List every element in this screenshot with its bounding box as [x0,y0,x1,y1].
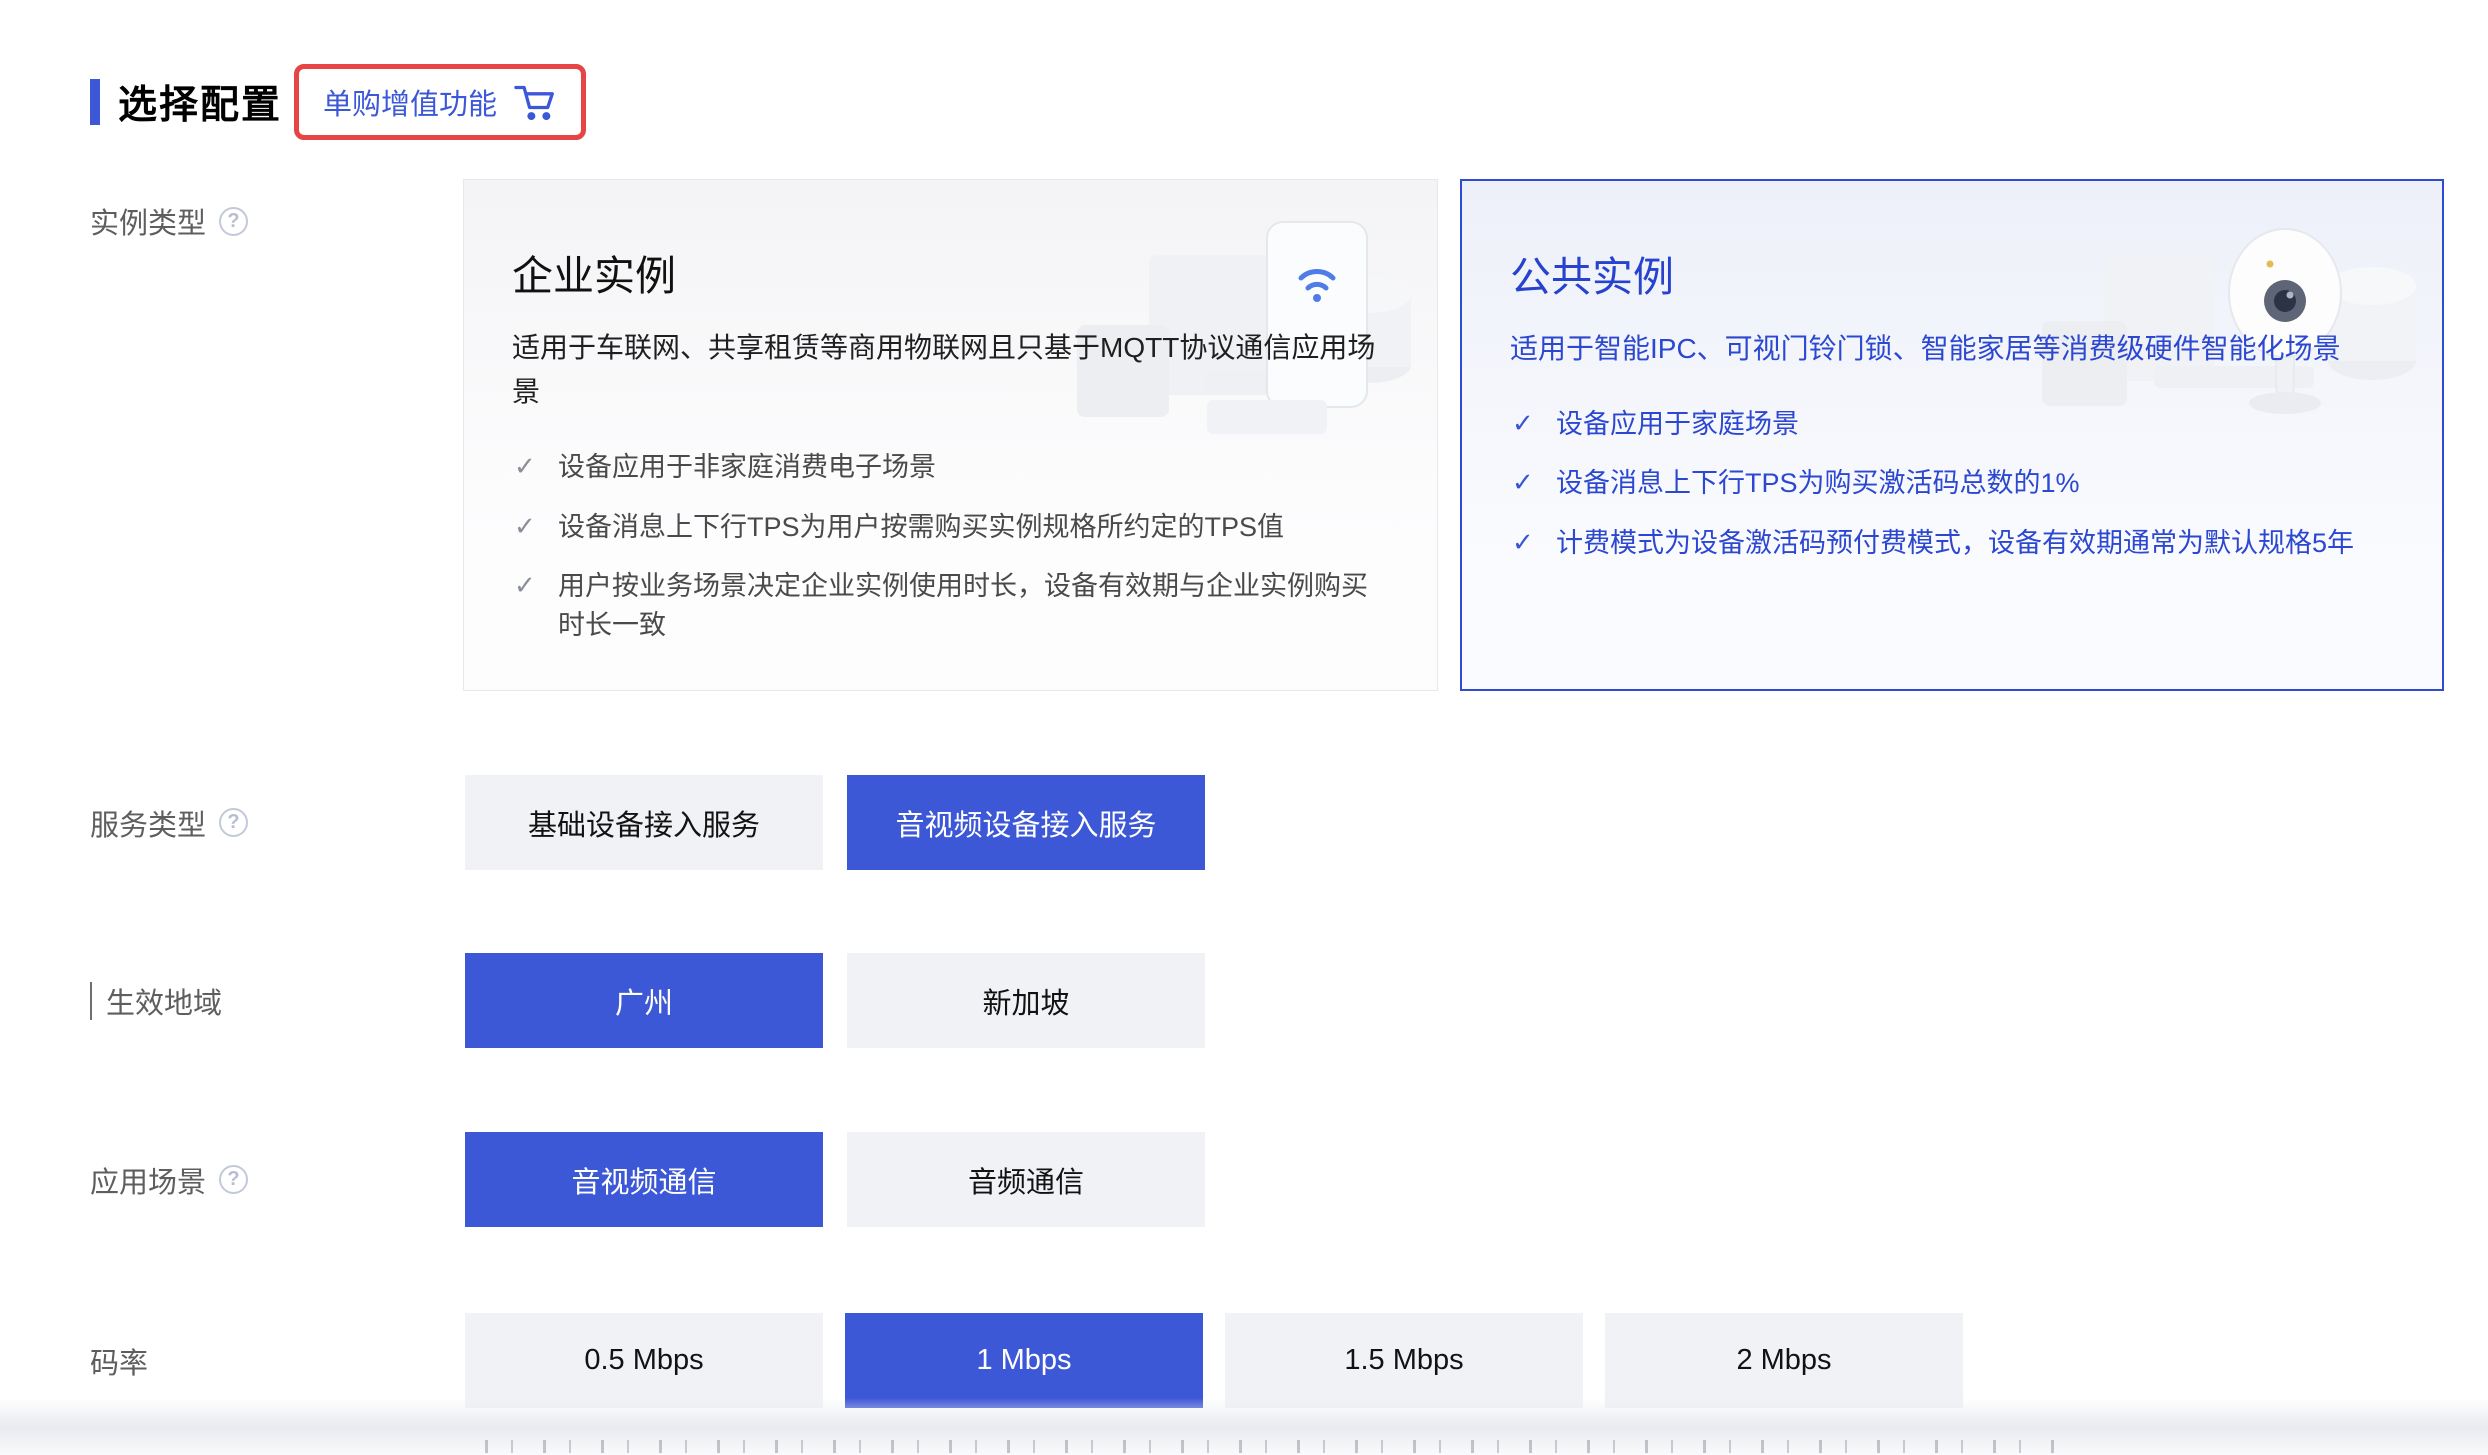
feature-text: 设备消息上下行TPS为用户按需购买实例规格所约定的TPS值 [558,512,1284,542]
feature-item: ✓ 设备应用于非家庭消费电子场景 [512,448,1387,487]
card-title: 公共实例 [1510,243,2392,303]
option-audio-communication[interactable]: 音频通信 [847,1132,1205,1227]
service-type-label: 服务类型 ? [90,775,248,870]
text-caret [90,982,92,1020]
instance-type-label: 实例类型 ? [90,200,248,242]
card-title: 企业实例 [512,242,1387,302]
feature-text: 用户按业务场景决定企业实例使用时长，设备有效期与企业实例购买时长一致 [558,571,1368,640]
bitrate-options: 0.5 Mbps 1 Mbps 1.5 Mbps 2 Mbps [465,1313,1963,1408]
feature-text: 设备应用于非家庭消费电子场景 [558,452,936,482]
feature-text: 设备应用于家庭场景 [1556,409,1799,439]
feature-item: ✓ 用户按业务场景决定企业实例使用时长，设备有效期与企业实例购买时长一致 [512,567,1387,645]
feature-item: ✓ 设备消息上下行TPS为购买激活码总数的1% [1510,464,2392,503]
check-icon: ✓ [1512,405,1534,443]
option-bitrate-1-5mbps[interactable]: 1.5 Mbps [1225,1313,1583,1408]
scenario-label-text: 应用场景 [90,1159,206,1201]
annotation-highlight-box: 单购增值功能 [294,64,586,140]
region-options: 广州 新加坡 [465,953,1205,1048]
option-region-guangzhou[interactable]: 广州 [465,953,823,1048]
card-description: 适用于车联网、共享租赁等商用物联网且只基于MQTT协议通信应用场景 [512,326,1387,414]
purchase-config-page: 选择配置 单购增值功能 实例类型 ? [0,0,2488,1455]
service-type-label-text: 服务类型 [90,802,206,844]
check-icon: ✓ [514,567,536,605]
card-public-instance[interactable]: 公共实例 适用于智能IPC、可视门铃门锁、智能家居等消费级硬件智能化场景 ✓ 设… [1460,179,2444,691]
check-icon: ✓ [1512,464,1534,502]
cart-icon[interactable] [513,82,557,122]
addon-purchase-link[interactable]: 单购增值功能 [323,81,497,123]
help-icon[interactable]: ? [219,808,248,837]
help-icon[interactable]: ? [219,1165,248,1194]
clipped-next-row [485,1440,2075,1453]
bitrate-label-text: 码率 [90,1340,148,1382]
page-title: 选择配置 [118,74,282,130]
instance-type-label-text: 实例类型 [90,200,206,242]
region-label-text: 生效地域 [106,980,222,1022]
feature-item: ✓ 设备应用于家庭场景 [1510,405,2392,444]
feature-text: 计费模式为设备激活码预付费模式，设备有效期通常为默认规格5年 [1556,528,2354,558]
option-bitrate-1mbps[interactable]: 1 Mbps [845,1313,1203,1408]
card-description: 适用于智能IPC、可视门铃门锁、智能家居等消费级硬件智能化场景 [1510,327,2390,371]
option-av-communication[interactable]: 音视频通信 [465,1132,823,1227]
section-header: 选择配置 单购增值功能 [90,64,586,140]
feature-text: 设备消息上下行TPS为购买激活码总数的1% [1556,468,2080,498]
scenario-options: 音视频通信 音频通信 [465,1132,1205,1227]
feature-item: ✓ 设备消息上下行TPS为用户按需购买实例规格所约定的TPS值 [512,508,1387,547]
option-basic-device-access[interactable]: 基础设备接入服务 [465,775,823,870]
card-enterprise-instance[interactable]: 企业实例 适用于车联网、共享租赁等商用物联网且只基于MQTT协议通信应用场景 ✓… [463,179,1438,691]
option-bitrate-0-5mbps[interactable]: 0.5 Mbps [465,1313,823,1408]
card-feature-list: ✓ 设备应用于家庭场景 ✓ 设备消息上下行TPS为购买激活码总数的1% ✓ 计费… [1510,405,2392,562]
region-label: 生效地域 [90,953,222,1048]
service-type-options: 基础设备接入服务 音视频设备接入服务 [465,775,1205,870]
scenario-label: 应用场景 ? [90,1132,248,1227]
check-icon: ✓ [514,508,536,546]
instance-type-cards: 企业实例 适用于车联网、共享租赁等商用物联网且只基于MQTT协议通信应用场景 ✓… [463,179,2444,691]
bitrate-label: 码率 [90,1313,148,1408]
check-icon: ✓ [514,448,536,486]
check-icon: ✓ [1512,524,1534,562]
option-bitrate-2mbps[interactable]: 2 Mbps [1605,1313,1963,1408]
section-accent-bar [90,79,100,125]
card-feature-list: ✓ 设备应用于非家庭消费电子场景 ✓ 设备消息上下行TPS为用户按需购买实例规格… [512,448,1387,645]
option-av-device-access[interactable]: 音视频设备接入服务 [847,775,1205,870]
help-icon[interactable]: ? [219,207,248,236]
option-region-singapore[interactable]: 新加坡 [847,953,1205,1048]
feature-item: ✓ 计费模式为设备激活码预付费模式，设备有效期通常为默认规格5年 [1510,524,2392,563]
